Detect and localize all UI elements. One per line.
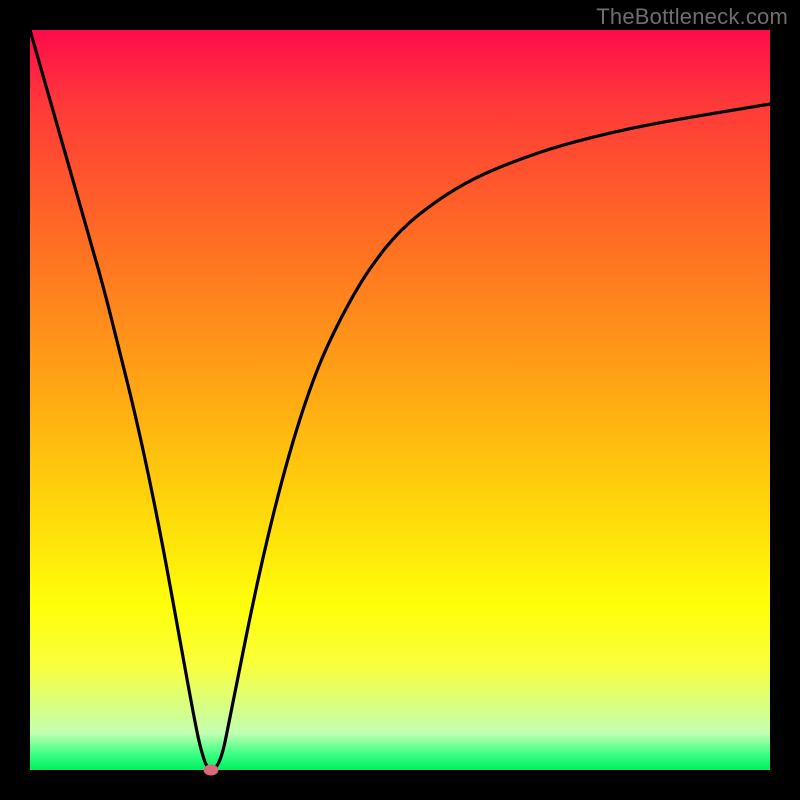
- chart-container: TheBottleneck.com: [0, 0, 800, 800]
- bottleneck-curve: [30, 30, 770, 770]
- minimum-marker: [204, 765, 219, 776]
- watermark-text: TheBottleneck.com: [596, 4, 788, 30]
- plot-area: [30, 30, 770, 770]
